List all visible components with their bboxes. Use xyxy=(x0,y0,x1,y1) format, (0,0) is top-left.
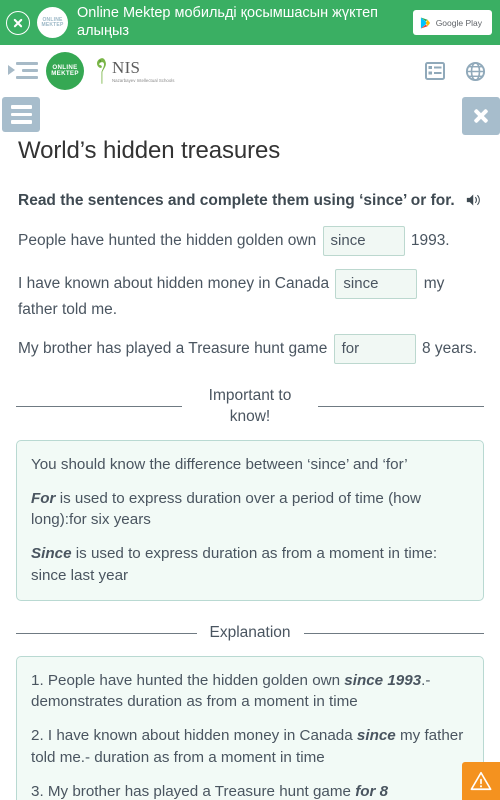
explanation-box: 1. People have hunted the hidden golden … xyxy=(16,655,484,800)
explanation-prefix: 2. I have known about hidden money in Ca… xyxy=(31,727,357,745)
task-instruction-text: Read the sentences and complete them usi… xyxy=(18,192,455,209)
info-line-lead: For xyxy=(31,489,56,507)
answer-input-3[interactable]: for xyxy=(333,333,416,364)
info-line: Since is used to express duration as fro… xyxy=(31,543,469,586)
answer-input-1[interactable]: since xyxy=(322,226,405,256)
google-play-icon xyxy=(420,17,430,28)
explanation-emphasis: since 1993 xyxy=(344,671,422,689)
promo-message: Online Mektep мобильді қосымшасын жүктеп… xyxy=(77,4,378,39)
info-line-text: is used to express duration as from a mo… xyxy=(31,545,438,584)
explanation-emphasis: for 8 xyxy=(355,783,389,800)
online-mektep-nav-logo[interactable]: ONLINE MEKTEP xyxy=(46,52,84,90)
explanation-item: 3. My brother has played a Treasure hunt… xyxy=(31,781,469,800)
google-play-button[interactable]: Google Play xyxy=(412,10,492,35)
explanation-divider: Explanation xyxy=(16,623,485,644)
divider-line-left xyxy=(16,632,197,634)
explanation-emphasis: since xyxy=(356,727,396,745)
sentence-text-before: I have known about hidden money in Canad… xyxy=(18,274,330,292)
warning-badge[interactable] xyxy=(462,762,500,800)
sentence-text-after: 8 years. xyxy=(421,339,478,357)
nis-abbreviation: NIS xyxy=(112,57,141,77)
content-header-row xyxy=(0,97,500,137)
sentence-text-after: 1993. xyxy=(410,231,450,249)
page-title: World’s hidden treasures xyxy=(18,137,281,164)
list-view-icon[interactable] xyxy=(425,61,445,81)
page-root: ONLINE MEKTEP Online Mektep мобильді қос… xyxy=(0,0,500,800)
info-line-text: You should know the difference between ‘… xyxy=(31,455,408,473)
globe-language-icon[interactable] xyxy=(465,61,486,82)
divider-line-right xyxy=(303,632,485,634)
main-content: World’s hidden treasures Read the senten… xyxy=(0,137,500,800)
info-line-text: is used to express duration over a perio… xyxy=(31,489,421,529)
google-play-label: Google Play xyxy=(435,17,482,28)
sentence-row: People have hunted the hidden golden own… xyxy=(14,226,486,256)
online-mektep-logo: ONLINE MEKTEP xyxy=(37,7,68,38)
sentence-text-before: My brother has played a Treasure hunt ga… xyxy=(18,339,328,357)
nav-logo-line2: MEKTEP xyxy=(51,70,79,77)
important-divider: Important to know! xyxy=(16,386,484,428)
warning-triangle-icon xyxy=(470,771,492,791)
promo-logo-line2: MEKTEP xyxy=(41,21,64,28)
nis-subtitle: Nazarbayev Intellectual Schools xyxy=(112,77,175,83)
explanation-prefix: 3. My brother has played a Treasure hunt… xyxy=(31,783,356,800)
answer-input-2[interactable]: since xyxy=(335,268,418,299)
important-divider-label: Important to know! xyxy=(208,386,292,425)
important-info-box: You should know the difference between ‘… xyxy=(16,439,484,601)
task-instruction: Read the sentences and complete them usi… xyxy=(14,190,486,212)
explanation-divider-label: Explanation xyxy=(209,623,291,641)
speaker-icon[interactable] xyxy=(466,193,483,207)
sentence-row: I have known about hidden money in Canad… xyxy=(14,268,486,321)
close-icon[interactable] xyxy=(462,97,500,135)
explanation-prefix: 1. People have hunted the hidden golden … xyxy=(31,671,345,689)
divider-line-right xyxy=(318,406,484,408)
top-navigation-bar: ONLINE MEKTEP NIS Nazarbayev Intellectua… xyxy=(0,45,500,97)
explanation-item: 2. I have known about hidden money in Ca… xyxy=(31,725,469,768)
indent-menu-icon[interactable] xyxy=(8,60,38,82)
nis-bird-icon xyxy=(97,58,106,84)
app-promo-banner: ONLINE MEKTEP Online Mektep мобильді қос… xyxy=(0,0,500,45)
info-line: You should know the difference between ‘… xyxy=(31,454,469,475)
info-line: For is used to express duration over a p… xyxy=(31,488,469,531)
info-line-lead: Since xyxy=(31,545,72,563)
nav-actions xyxy=(425,61,486,82)
divider-line-left xyxy=(16,406,182,408)
hamburger-icon[interactable] xyxy=(2,97,40,132)
nis-logo[interactable]: NIS Nazarbayev Intellectual Schools xyxy=(93,56,174,86)
sentence-row: My brother has played a Treasure hunt ga… xyxy=(14,333,486,364)
close-circle-icon[interactable] xyxy=(6,10,30,35)
sentence-text-before: People have hunted the hidden golden own xyxy=(18,231,317,249)
explanation-item: 1. People have hunted the hidden golden … xyxy=(31,670,469,713)
